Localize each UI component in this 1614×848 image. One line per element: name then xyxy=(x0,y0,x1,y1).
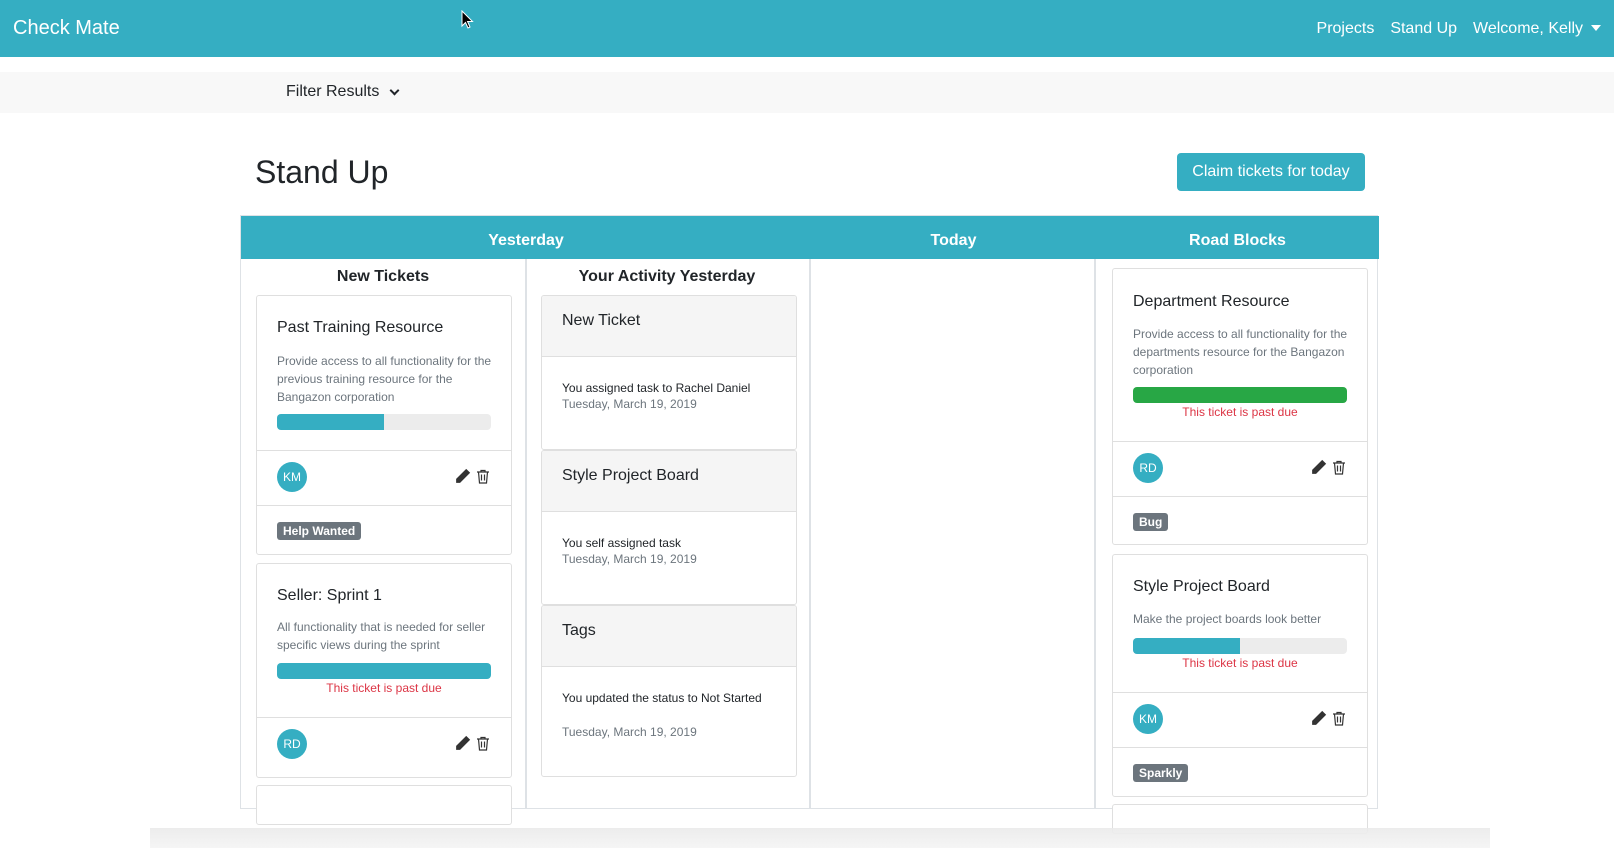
trash-icon[interactable] xyxy=(475,468,491,485)
filter-results-label: Filter Results xyxy=(286,83,380,100)
pencil-icon[interactable] xyxy=(1310,459,1327,476)
avatar[interactable]: RD xyxy=(1133,453,1163,483)
trash-icon[interactable] xyxy=(475,735,491,752)
ticket-description: All functionality that is needed for sel… xyxy=(277,620,486,652)
new-tickets-title: New Tickets xyxy=(336,268,430,285)
trash-icon[interactable] xyxy=(1331,710,1347,727)
board-header: Yesterday Today Road Blocks xyxy=(241,216,1379,259)
progress-fill xyxy=(277,663,491,679)
ticket-progress xyxy=(1133,387,1347,403)
activity-date: Tuesday, March 19, 2019 xyxy=(562,552,697,566)
activity-ticket-name[interactable]: Style Project Board xyxy=(562,467,699,485)
ticket-description: Provide access to all functionality for … xyxy=(1133,327,1348,377)
nav-link-projects[interactable]: Projects xyxy=(1317,20,1375,38)
roadblock-card[interactable]: Style Project Board Make the project boa… xyxy=(1112,554,1368,797)
roadblock-card[interactable]: Department Resource Provide access to al… xyxy=(1112,268,1368,545)
page-title: Stand Up xyxy=(255,154,389,190)
ticket-progress xyxy=(1133,638,1347,654)
header-today: Today xyxy=(930,232,977,249)
ticket-card[interactable] xyxy=(256,785,512,825)
divider xyxy=(257,505,511,506)
activity-date: Tuesday, March 19, 2019 xyxy=(562,725,697,739)
pencil-icon[interactable] xyxy=(454,468,471,485)
user-menu-label: Welcome, Kelly xyxy=(1473,19,1583,37)
activity-ticket-name[interactable]: Tags xyxy=(562,622,596,640)
progress-fill xyxy=(1133,638,1240,654)
caret-down-icon xyxy=(1591,25,1601,32)
page-bottom-edge xyxy=(150,828,1490,848)
tag-badge: Help Wanted xyxy=(277,522,362,540)
progress-fill xyxy=(1133,387,1347,403)
activity-card: Style Project Board You self assigned ta… xyxy=(541,450,797,605)
activity-card: New Ticket You assigned task to Rachel D… xyxy=(541,295,797,450)
ticket-title[interactable]: Department Resource xyxy=(1133,293,1290,311)
standup-board: Yesterday Today Road Blocks New Tickets … xyxy=(240,215,1379,834)
column-divider xyxy=(809,259,811,808)
mouse-cursor xyxy=(461,10,474,29)
pencil-icon[interactable] xyxy=(454,735,471,752)
filter-results-toggle[interactable]: Filter Results xyxy=(286,83,400,101)
header-road-blocks: Road Blocks xyxy=(1189,232,1286,249)
pencil-icon[interactable] xyxy=(1310,710,1327,727)
top-navbar: Check Mate Projects Stand Up Welcome, Ke… xyxy=(0,0,1614,57)
ticket-description: Make the project boards look better xyxy=(1133,612,1322,626)
avatar[interactable]: KM xyxy=(277,462,307,492)
ticket-progress xyxy=(277,414,491,430)
column-divider xyxy=(525,259,527,808)
nav-links: Projects Stand Up Welcome, Kelly xyxy=(1317,20,1601,38)
activity-text: You assigned task to Rachel Daniel xyxy=(562,381,751,395)
divider xyxy=(1113,441,1367,442)
brand-logo[interactable]: Check Mate xyxy=(13,17,120,40)
chevron-down-icon xyxy=(389,85,400,95)
divider xyxy=(1113,496,1367,497)
avatar[interactable]: KM xyxy=(1133,704,1163,734)
tag-badge: Sparkly xyxy=(1133,764,1189,782)
header-yesterday: Yesterday xyxy=(488,232,564,249)
claim-tickets-button[interactable]: Claim tickets for today xyxy=(1177,153,1365,191)
past-due-warning: This ticket is past due xyxy=(1182,656,1298,670)
avatar[interactable]: RD xyxy=(277,729,307,759)
ticket-actions xyxy=(1310,459,1347,476)
activity-text: You updated the status to Not Started xyxy=(562,691,762,705)
ticket-actions xyxy=(454,468,491,485)
tag-badge: Bug xyxy=(1133,513,1169,531)
trash-icon[interactable] xyxy=(1331,459,1347,476)
divider xyxy=(1113,747,1367,748)
activity-text: You self assigned task xyxy=(562,536,681,550)
filter-bar: Filter Results xyxy=(0,72,1614,113)
progress-fill xyxy=(277,414,384,430)
ticket-card[interactable]: Seller: Sprint 1 All functionality that … xyxy=(256,563,512,778)
divider xyxy=(1113,692,1367,693)
divider xyxy=(257,450,511,451)
activity-card: Tags You updated the status to Not Start… xyxy=(541,605,797,777)
activity-date: Tuesday, March 19, 2019 xyxy=(562,397,697,411)
activity-ticket-name[interactable]: New Ticket xyxy=(562,312,640,330)
past-due-warning: This ticket is past due xyxy=(1182,405,1298,419)
activity-title: Your Activity Yesterday xyxy=(578,268,756,285)
ticket-title[interactable]: Style Project Board xyxy=(1133,578,1270,596)
divider xyxy=(257,717,511,718)
activity-ticket-header: Tags xyxy=(542,606,796,667)
ticket-title[interactable]: Past Training Resource xyxy=(277,319,443,337)
user-menu[interactable]: Welcome, Kelly xyxy=(1473,20,1601,38)
ticket-title[interactable]: Seller: Sprint 1 xyxy=(277,587,382,605)
nav-link-stand-up[interactable]: Stand Up xyxy=(1390,20,1457,38)
ticket-actions xyxy=(1310,710,1347,727)
ticket-card[interactable]: Past Training Resource Provide access to… xyxy=(256,295,512,555)
ticket-actions xyxy=(454,735,491,752)
column-divider xyxy=(1094,259,1096,808)
past-due-warning: This ticket is past due xyxy=(326,681,442,695)
ticket-progress xyxy=(277,663,491,679)
activity-ticket-header: Style Project Board xyxy=(542,451,796,512)
ticket-description: Provide access to all functionality for … xyxy=(277,354,492,404)
activity-ticket-header: New Ticket xyxy=(542,296,796,357)
